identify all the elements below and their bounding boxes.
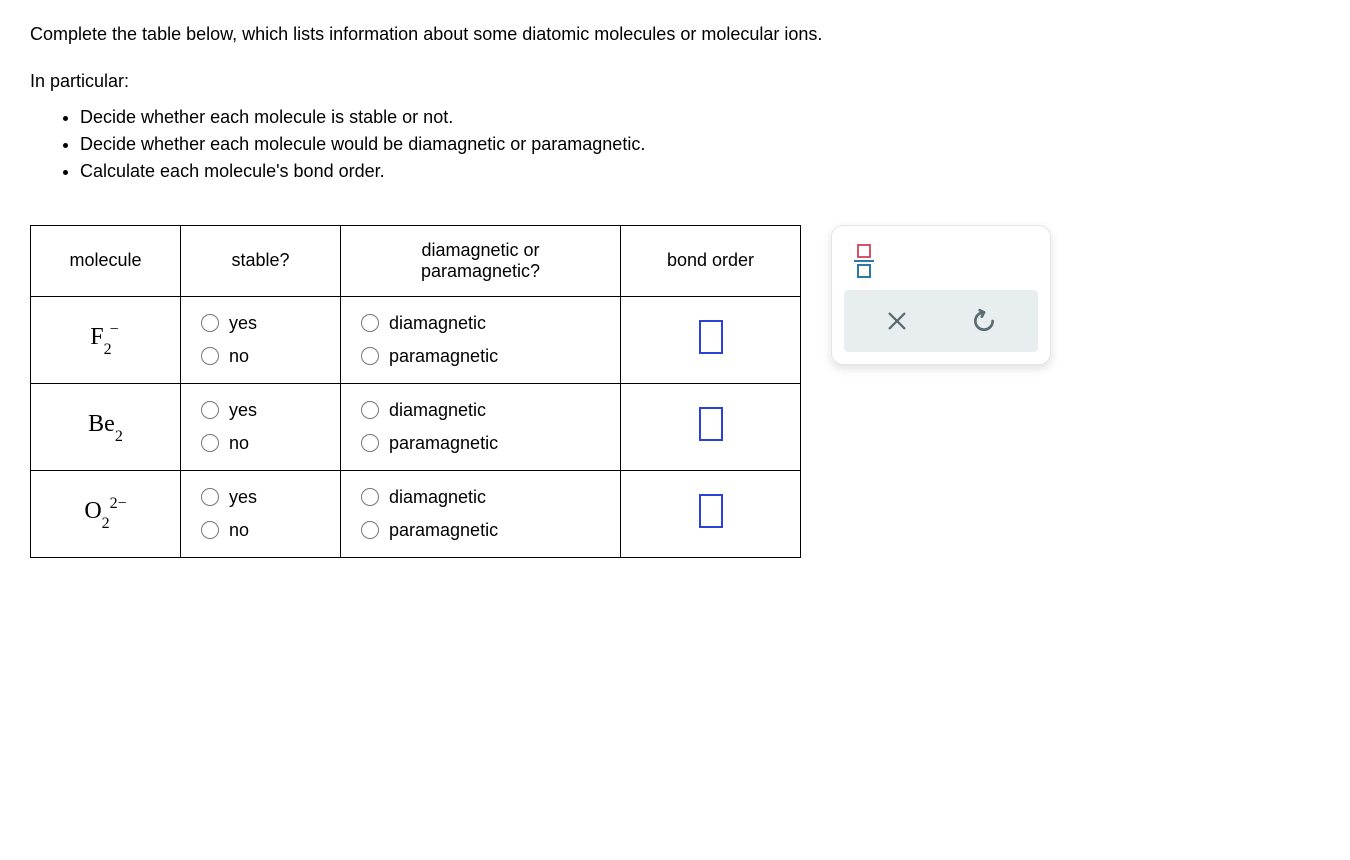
label-diamagnetic: diamagnetic (389, 487, 486, 508)
radio-diamagnetic-0[interactable] (361, 314, 379, 332)
label-no: no (229, 520, 249, 541)
bullet-2: Decide whether each molecule would be di… (80, 131, 1320, 158)
close-icon[interactable] (886, 310, 908, 332)
label-yes: yes (229, 313, 257, 334)
label-paramagnetic: paramagnetic (389, 346, 498, 367)
intro-text: Complete the table below, which lists in… (30, 20, 1320, 49)
table-row: Be2 yes no diamagnetic (31, 383, 801, 470)
molecule-f2minus: F2− (90, 325, 120, 354)
radio-paramagnetic-0[interactable] (361, 347, 379, 365)
header-magnetism: diamagnetic or paramagnetic? (341, 225, 621, 296)
molecule-cell: Be2 (31, 383, 181, 470)
radio-stable-no-2[interactable] (201, 521, 219, 539)
label-no: no (229, 346, 249, 367)
bondorder-input-2[interactable] (699, 494, 723, 528)
header-stable: stable? (181, 225, 341, 296)
label-diamagnetic: diamagnetic (389, 400, 486, 421)
stable-cell: yes no (181, 296, 341, 383)
radio-paramagnetic-2[interactable] (361, 521, 379, 539)
label-yes: yes (229, 487, 257, 508)
toolbox-top-row (844, 238, 1038, 290)
toolbox-bottom-row (844, 290, 1038, 352)
bullet-list: Decide whether each molecule is stable o… (30, 104, 1320, 185)
bondorder-cell (621, 296, 801, 383)
radio-paramagnetic-1[interactable] (361, 434, 379, 452)
radio-stable-no-1[interactable] (201, 434, 219, 452)
stable-cell: yes no (181, 383, 341, 470)
table-row: O22− yes no diamagnetic (31, 470, 801, 557)
radio-stable-no-0[interactable] (201, 347, 219, 365)
instructions-block: Complete the table below, which lists in… (30, 20, 1320, 185)
bondorder-input-1[interactable] (699, 407, 723, 441)
bondorder-cell (621, 383, 801, 470)
label-diamagnetic: diamagnetic (389, 313, 486, 334)
molecule-cell: O22− (31, 470, 181, 557)
radio-diamagnetic-1[interactable] (361, 401, 379, 419)
reset-icon[interactable] (971, 308, 997, 334)
label-no: no (229, 433, 249, 454)
toolbox-panel (831, 225, 1051, 365)
label-paramagnetic: paramagnetic (389, 520, 498, 541)
radio-diamagnetic-2[interactable] (361, 488, 379, 506)
radio-stable-yes-1[interactable] (201, 401, 219, 419)
bullet-1: Decide whether each molecule is stable o… (80, 104, 1320, 131)
radio-stable-yes-0[interactable] (201, 314, 219, 332)
label-paramagnetic: paramagnetic (389, 433, 498, 454)
bondorder-input-0[interactable] (699, 320, 723, 354)
molecule-o2-2minus: O22− (84, 499, 126, 528)
answer-table: molecule stable? diamagnetic or paramagn… (30, 225, 801, 558)
header-row: molecule stable? diamagnetic or paramagn… (31, 225, 801, 296)
lead-text: In particular: (30, 67, 1320, 96)
stable-cell: yes no (181, 470, 341, 557)
bullet-3: Calculate each molecule's bond order. (80, 158, 1320, 185)
fraction-tool-icon[interactable] (854, 244, 874, 278)
table-row: F2− yes no diamagnetic (31, 296, 801, 383)
molecule-cell: F2− (31, 296, 181, 383)
magnetism-cell: diamagnetic paramagnetic (341, 296, 621, 383)
label-yes: yes (229, 400, 257, 421)
molecule-be2: Be2 (88, 412, 123, 441)
magnetism-cell: diamagnetic paramagnetic (341, 383, 621, 470)
radio-stable-yes-2[interactable] (201, 488, 219, 506)
magnetism-cell: diamagnetic paramagnetic (341, 470, 621, 557)
header-molecule: molecule (31, 225, 181, 296)
bondorder-cell (621, 470, 801, 557)
header-bondorder: bond order (621, 225, 801, 296)
